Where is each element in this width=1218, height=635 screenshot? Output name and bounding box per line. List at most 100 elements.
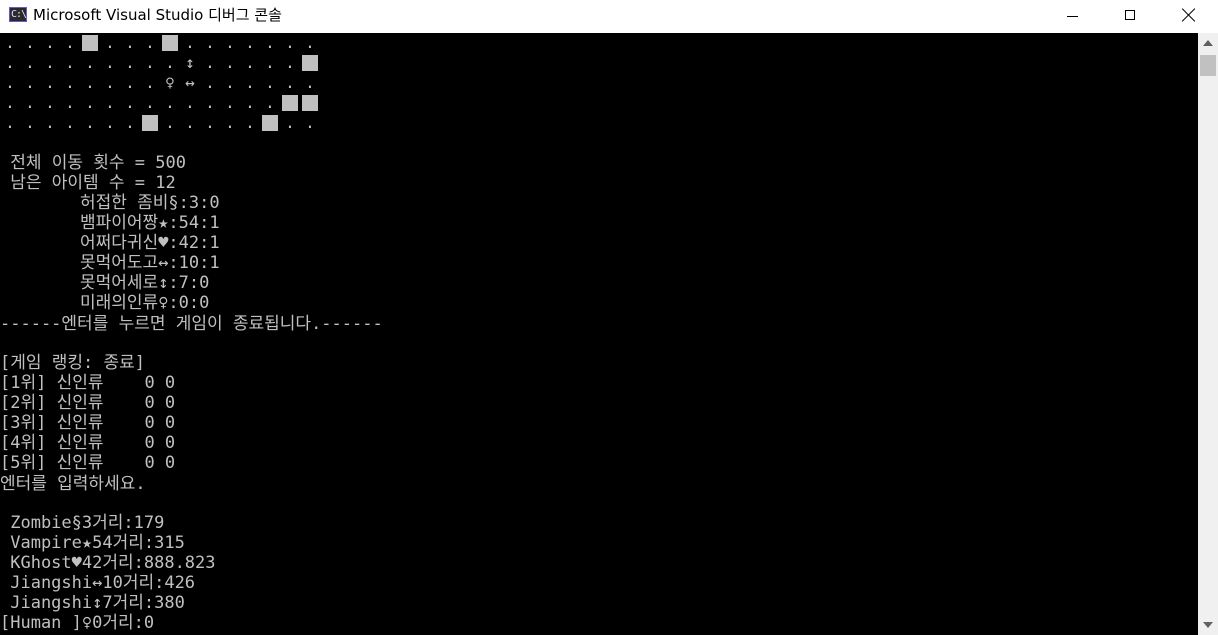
- grid-empty-cell: .: [245, 53, 255, 72]
- close-button[interactable]: [1160, 0, 1218, 33]
- grid-empty-cell: .: [225, 73, 235, 92]
- ranking-entry: [4위] 신인류 0 0: [0, 433, 176, 453]
- grid-empty-cell: .: [45, 33, 55, 52]
- grid-empty-cell: .: [225, 33, 235, 52]
- grid-item-block: [262, 115, 278, 131]
- grid-empty-cell: .: [245, 113, 255, 132]
- app-icon-label: C:\: [11, 9, 27, 20]
- grid-empty-cell: .: [245, 93, 255, 112]
- grid-empty-cell: .: [45, 113, 55, 132]
- grid-empty-cell: .: [105, 73, 115, 92]
- grid-empty-cell: .: [85, 53, 95, 72]
- grid-empty-cell: .: [125, 113, 135, 132]
- ranking-entry: [3위] 신인류 0 0: [0, 413, 176, 433]
- grid-empty-cell: .: [105, 33, 115, 52]
- grid-empty-cell: .: [105, 53, 115, 72]
- grid-empty-cell: .: [165, 93, 175, 112]
- grid-item-block: [302, 55, 318, 71]
- grid-empty-cell: .: [65, 93, 75, 112]
- ranking-entry: [5위] 신인류 0 0: [0, 453, 176, 473]
- grid-empty-cell: .: [205, 53, 215, 72]
- grid-empty-cell: .: [25, 113, 35, 132]
- grid-empty-cell: .: [205, 113, 215, 132]
- grid-item-block: [302, 95, 318, 111]
- grid-empty-cell: .: [225, 53, 235, 72]
- grid-empty-cell: .: [245, 33, 255, 52]
- ranking-entry: [1위] 신인류 0 0: [0, 373, 176, 393]
- grid-empty-cell: .: [305, 73, 315, 92]
- grid-empty-cell: .: [145, 53, 155, 72]
- grid-empty-cell: .: [25, 33, 35, 52]
- grid-empty-cell: .: [65, 113, 75, 132]
- minimize-button[interactable]: [1043, 0, 1101, 33]
- grid-item-block: [82, 35, 98, 51]
- console-app-icon[interactable]: C:\: [9, 7, 27, 22]
- title-bar[interactable]: C:\ Microsoft Visual Studio 디버그 콘솔: [0, 0, 1218, 33]
- grid-empty-cell: .: [165, 113, 175, 132]
- grid-empty-cell: .: [205, 33, 215, 52]
- grid-empty-cell: .: [65, 33, 75, 52]
- grid-empty-cell: .: [25, 73, 35, 92]
- distance-line: Jiangshi↔10거리:426: [0, 573, 196, 593]
- end-message: ------엔터를 누르면 게임이 종료됩니다.------: [0, 314, 383, 334]
- grid-empty-cell: .: [285, 53, 295, 72]
- console-output[interactable]: ....................... ↕............. ♀ ↔.…: [0, 33, 1198, 635]
- grid-empty-cell: .: [5, 53, 15, 72]
- maximize-button[interactable]: [1101, 0, 1159, 33]
- scroll-up-icon[interactable]: [1203, 40, 1213, 46]
- grid-empty-cell: .: [145, 33, 155, 52]
- grid-empty-cell: .: [85, 113, 95, 132]
- distance-line: KGhost♥42거리:888.823: [0, 553, 216, 573]
- grid-empty-cell: .: [165, 53, 175, 72]
- grid-empty-cell: .: [265, 33, 275, 52]
- grid-empty-cell: .: [305, 33, 315, 52]
- character-stat-line: 어쩌다귀신♥:42:1: [80, 233, 220, 253]
- grid-empty-cell: .: [185, 113, 195, 132]
- remaining-items-line: 남은 아이템 수 = 12: [0, 173, 176, 193]
- grid-empty-cell: .: [25, 53, 35, 72]
- grid-empty-cell: .: [45, 53, 55, 72]
- character-stat-line: 뱀파이어짱★:54:1: [80, 213, 220, 233]
- grid-character: ↔: [185, 73, 195, 92]
- total-moves-line: 전체 이동 횟수 = 500: [0, 153, 186, 173]
- distance-line: Jiangshi↕7거리:380: [0, 593, 185, 613]
- grid-empty-cell: .: [45, 93, 55, 112]
- character-stat-line: 못먹어세로↕:7:0: [80, 273, 210, 293]
- grid-empty-cell: .: [225, 113, 235, 132]
- grid-empty-cell: .: [285, 73, 295, 92]
- grid-empty-cell: .: [145, 73, 155, 92]
- grid-empty-cell: .: [185, 93, 195, 112]
- grid-empty-cell: .: [65, 53, 75, 72]
- distance-line: Zombie§3거리:179: [0, 513, 165, 533]
- close-icon: [1182, 8, 1196, 22]
- grid-empty-cell: .: [245, 73, 255, 92]
- grid-empty-cell: .: [85, 73, 95, 92]
- distance-line: [Human ]♀0거리:0: [0, 613, 155, 633]
- window-title: Microsoft Visual Studio 디버그 콘솔: [33, 6, 282, 24]
- grid-empty-cell: .: [285, 33, 295, 52]
- grid-empty-cell: .: [5, 93, 15, 112]
- enter-prompt: 엔터를 입력하세요.: [0, 474, 146, 494]
- maximize-icon: [1125, 10, 1135, 20]
- grid-empty-cell: .: [225, 93, 235, 112]
- grid-item-block: [282, 95, 298, 111]
- grid-empty-cell: .: [85, 93, 95, 112]
- grid-character: ↕: [185, 53, 195, 72]
- grid-empty-cell: .: [285, 113, 295, 132]
- scrollbar-thumb[interactable]: [1200, 55, 1216, 76]
- console-window: C:\ Microsoft Visual Studio 디버그 콘솔 .....…: [0, 0, 1218, 635]
- vertical-scrollbar[interactable]: [1198, 33, 1218, 635]
- grid-empty-cell: .: [125, 73, 135, 92]
- grid-empty-cell: .: [105, 113, 115, 132]
- grid-character: ♀: [165, 73, 175, 92]
- grid-item-block: [142, 115, 158, 131]
- grid-empty-cell: .: [5, 113, 15, 132]
- grid-empty-cell: .: [305, 113, 315, 132]
- grid-empty-cell: .: [185, 33, 195, 52]
- scroll-down-icon[interactable]: [1203, 622, 1213, 628]
- grid-empty-cell: .: [65, 73, 75, 92]
- grid-empty-cell: .: [105, 93, 115, 112]
- grid-empty-cell: .: [205, 73, 215, 92]
- grid-empty-cell: .: [265, 93, 275, 112]
- distance-line: Vampire★54거리:315: [0, 533, 185, 553]
